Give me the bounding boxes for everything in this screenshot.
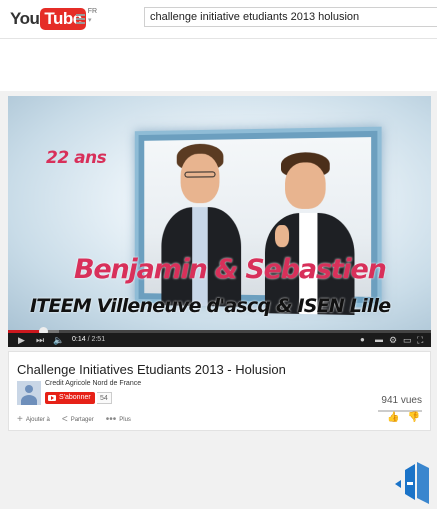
time-current: 0:14 — [72, 336, 86, 343]
video-frame[interactable]: 22 ans Benjamin & Sebastien ITEEM Villen… — [8, 96, 431, 330]
player-controls: ▶ ⏭ 🔈 0:14 / 2:51 ● ▬ ⚙ ▭ ⛶ — [8, 333, 431, 347]
share-button[interactable]: < Partager — [62, 415, 94, 425]
hamburger-icon-bar — [76, 22, 85, 24]
channel-avatar[interactable] — [17, 381, 41, 405]
youtube-play-icon — [48, 395, 56, 401]
search-input[interactable]: challenge initiative etudiants 2013 holu… — [144, 7, 437, 27]
more-label: Plus — [119, 417, 131, 423]
hamburger-icon — [76, 14, 85, 16]
subscriber-count: 54 — [97, 392, 112, 404]
rating-buttons: 👍 👎 — [387, 413, 420, 423]
subtitles-icon[interactable]: ● — [360, 335, 365, 345]
volume-icon[interactable]: 🔈 — [53, 335, 64, 345]
annotations-icon[interactable]: ▬ — [375, 335, 383, 345]
fullscreen-icon[interactable]: ⛶ — [417, 335, 423, 345]
hamburger-icon-bar — [76, 18, 85, 20]
add-to-button[interactable]: + Ajouter à — [17, 415, 50, 425]
view-count: 941 vues — [381, 395, 422, 406]
time-display: 0:14 / 2:51 — [72, 335, 105, 345]
share-icon: < — [61, 414, 68, 425]
overlay-age-text: 22 ans — [46, 148, 107, 168]
next-icon[interactable]: ⏭ — [36, 335, 44, 345]
video-title: Challenge Initiatives Etudiants 2013 - H… — [17, 362, 286, 377]
person-left-figure — [158, 143, 245, 313]
video-player[interactable]: 22 ans Benjamin & Sebastien ITEEM Villen… — [8, 96, 431, 347]
overlay-names-text: Benjamin & Sebastien — [74, 254, 387, 285]
share-label: Partager — [70, 417, 94, 423]
overlay-schools-text: ITEEM Villeneuve d'ascq & ISEN Lille — [30, 295, 391, 317]
subscribe-label: S'abonner — [59, 394, 91, 401]
time-total: 2:51 — [91, 336, 106, 343]
add-to-label: Ajouter à — [25, 417, 50, 423]
play-icon[interactable]: ▶ — [18, 335, 25, 345]
plus-icon: + — [17, 414, 23, 425]
holusion-badge-icon — [395, 462, 429, 504]
thumbs-up-icon[interactable]: 👍 — [387, 413, 399, 423]
channel-name-link[interactable]: Credit Agricole Nord de France — [45, 380, 141, 387]
gear-icon[interactable]: ⚙ — [389, 335, 397, 345]
logo-you-text: You — [10, 9, 40, 28]
action-bar: + Ajouter à < Partager ••• Plus — [17, 415, 131, 425]
subscribe-button[interactable]: S'abonner — [45, 392, 95, 404]
theater-mode-icon[interactable]: ▭ — [403, 335, 412, 345]
more-button[interactable]: ••• Plus — [106, 415, 131, 425]
masthead: You Tube FR ▾ challenge initiative etudi… — [0, 0, 437, 39]
person-right-figure — [259, 151, 361, 316]
thumbs-down-icon[interactable]: 👎 — [408, 413, 420, 423]
guide-menu-button[interactable]: ▾ — [76, 12, 96, 26]
chevron-down-icon: ▾ — [88, 17, 92, 24]
more-dots-icon: ••• — [105, 414, 117, 425]
video-info-panel: Challenge Initiatives Etudiants 2013 - H… — [8, 351, 431, 431]
page-spacer — [0, 39, 437, 91]
